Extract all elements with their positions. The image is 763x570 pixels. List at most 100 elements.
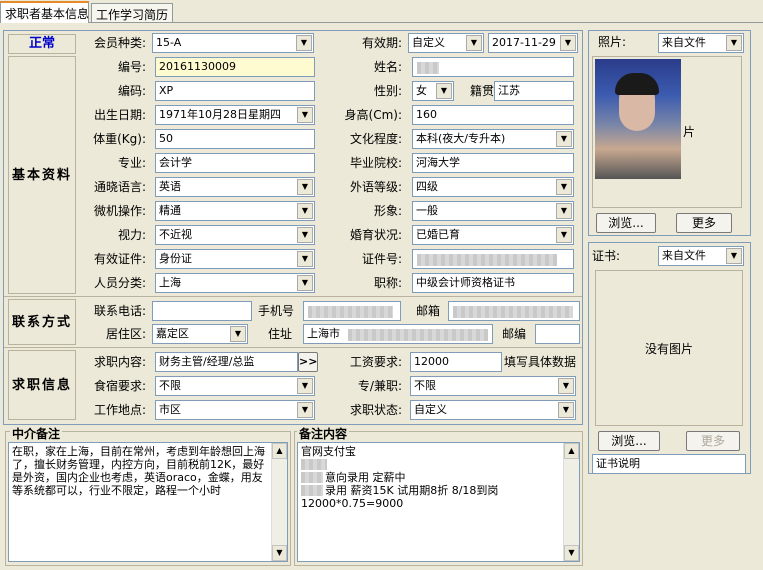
chevron-down-icon: ▼ xyxy=(726,248,742,264)
scroll-up-icon[interactable]: ▲ xyxy=(564,443,579,459)
height-field[interactable]: 160 xyxy=(412,105,574,125)
remark-notes-title: 备注内容 xyxy=(297,425,350,442)
cert-more-button: 更多 xyxy=(686,431,740,451)
id-no-field[interactable] xyxy=(412,249,574,269)
remark-notes-textarea[interactable]: 官网支付宝 意向录用 定薪中 录用 薪资15K 试用期8折 8/18到岗 120… xyxy=(297,442,580,562)
birthday-label: 出生日期: xyxy=(93,108,146,122)
postcode-label: 邮编 xyxy=(502,327,527,341)
district-label: 居住区: xyxy=(105,327,146,341)
school-field[interactable]: 河海大学 xyxy=(412,153,574,173)
remark-line: 录用 薪资15K 试用期8折 8/18到岗 xyxy=(301,484,576,497)
agency-notes-textarea[interactable]: 在职，家在上海，目前在常州，考虑到年龄想回上海了，擅长财务管理，内控方向，目前税… xyxy=(8,442,288,562)
chevron-down-icon: ▼ xyxy=(297,275,313,291)
scroll-down-icon[interactable]: ▼ xyxy=(564,545,579,561)
tab-work-history[interactable]: 工作学习简历 xyxy=(91,3,173,22)
chevron-down-icon: ▼ xyxy=(556,131,572,147)
divider xyxy=(4,296,582,297)
tab-basic-info[interactable]: 求职者基本信息 xyxy=(0,1,89,23)
email-label: 邮箱 xyxy=(416,304,441,318)
gender-select[interactable]: 女 ▼ xyxy=(412,81,454,101)
job-content-picker-button[interactable]: >> xyxy=(298,352,318,372)
id-type-select[interactable]: 身份证 ▼ xyxy=(155,249,315,269)
salary-hint: 填写具体数据 xyxy=(504,355,577,369)
section-contact-label: 联系方式 xyxy=(8,299,76,345)
agency-notes-title: 中介备注 xyxy=(10,425,63,442)
id-type-label: 有效证件: xyxy=(93,252,146,266)
chevron-down-icon: ▼ xyxy=(436,83,452,99)
photo-source-select[interactable]: 来自文件 ▼ xyxy=(658,33,744,53)
chevron-down-icon: ▼ xyxy=(558,402,574,418)
computer-select[interactable]: 精通 ▼ xyxy=(155,201,315,221)
chevron-down-icon: ▼ xyxy=(556,203,572,219)
divider xyxy=(4,347,582,348)
location-select[interactable]: 市区 ▼ xyxy=(155,400,315,420)
remark-line: 12000*0.75=9000 xyxy=(301,497,404,510)
chevron-down-icon: ▼ xyxy=(297,251,313,267)
location-label: 工作地点: xyxy=(93,403,146,417)
cert-image-area: 没有图片 xyxy=(595,270,743,426)
name-field[interactable] xyxy=(412,57,574,77)
chevron-down-icon: ▼ xyxy=(558,378,574,394)
appearance-select[interactable]: 一般 ▼ xyxy=(412,201,574,221)
salary-label: 工资要求: xyxy=(349,355,402,369)
category-select[interactable]: 上海 ▼ xyxy=(155,273,315,293)
lang-level-label: 外语等级: xyxy=(349,180,402,194)
cert-source-select[interactable]: 来自文件 ▼ xyxy=(658,246,744,266)
cert-description-field[interactable]: 证书说明 xyxy=(592,454,746,474)
vision-select[interactable]: 不近视 ▼ xyxy=(155,225,315,245)
address-field[interactable]: 上海市 xyxy=(303,324,493,344)
marital-select[interactable]: 已婚已育 ▼ xyxy=(412,225,574,245)
district-select[interactable]: 嘉定区 ▼ xyxy=(152,324,248,344)
member-type-label: 会员种类: xyxy=(93,36,146,50)
scroll-up-icon[interactable]: ▲ xyxy=(272,443,287,459)
remark-line-redacted xyxy=(301,458,576,471)
major-field[interactable]: 会计学 xyxy=(155,153,315,173)
phone-field[interactable] xyxy=(152,301,252,321)
cert-no-image-text: 没有图片 xyxy=(644,342,693,356)
number-field[interactable]: 20161130009 xyxy=(155,57,315,77)
language-select[interactable]: 英语 ▼ xyxy=(155,177,315,197)
chevron-down-icon: ▼ xyxy=(297,179,313,195)
category-label: 人员分类: xyxy=(93,276,146,290)
salary-field[interactable]: 12000 xyxy=(410,352,502,372)
birthday-picker[interactable]: 1971年10月28日星期四 ▼ xyxy=(155,105,315,125)
chevron-down-icon: ▼ xyxy=(466,35,482,51)
mobile-field[interactable] xyxy=(303,301,401,321)
scroll-down-icon[interactable]: ▼ xyxy=(272,545,287,561)
validity-select[interactable]: 自定义 ▼ xyxy=(408,33,484,53)
cert-browse-button[interactable]: 浏览... xyxy=(598,431,660,451)
chevron-down-icon: ▼ xyxy=(297,378,313,394)
agency-notes-scrollbar[interactable]: ▲ ▼ xyxy=(271,443,287,561)
vision-label: 视力: xyxy=(117,228,146,242)
job-content-label: 求职内容: xyxy=(93,355,146,369)
photo-more-button[interactable]: 更多 xyxy=(676,213,732,233)
title-field[interactable]: 中级会计师资格证书 xyxy=(412,273,574,293)
job-content-field[interactable]: 财务主管/经理/总监 xyxy=(155,352,298,372)
parttime-select[interactable]: 不限 ▼ xyxy=(410,376,576,396)
cert-label: 证书: xyxy=(592,249,621,263)
lang-level-select[interactable]: 四级 ▼ xyxy=(412,177,574,197)
native-field[interactable]: 江苏 xyxy=(494,81,574,101)
email-field[interactable] xyxy=(448,301,580,321)
number-label: 编号: xyxy=(117,60,146,74)
board-select[interactable]: 不限 ▼ xyxy=(155,376,315,396)
photo-overflow-text: 片 xyxy=(683,125,696,139)
validity-label: 有效期: xyxy=(361,36,402,50)
member-type-select[interactable]: 15-A ▼ xyxy=(152,33,314,53)
job-status-select[interactable]: 自定义 ▼ xyxy=(410,400,576,420)
remark-line: 意向录用 定薪中 xyxy=(301,471,576,484)
phone-label: 联系电话: xyxy=(93,304,146,318)
remark-notes-scrollbar[interactable]: ▲ ▼ xyxy=(563,443,579,561)
postcode-field[interactable] xyxy=(535,324,580,344)
photo-hair xyxy=(615,73,659,95)
agency-notes-text: 在职，家在上海，目前在常州，考虑到年龄想回上海了，擅长财务管理，内控方向，目前税… xyxy=(12,445,265,497)
education-select[interactable]: 本科(夜大/专升本) ▼ xyxy=(412,129,574,149)
code-field[interactable]: XP xyxy=(155,81,315,101)
validity-date-picker[interactable]: 2017-11-29 ▼ xyxy=(488,33,578,53)
chevron-down-icon: ▼ xyxy=(556,179,572,195)
weight-field[interactable]: 50 xyxy=(155,129,315,149)
photo-browse-button[interactable]: 浏览... xyxy=(596,213,656,233)
photo-label: 照片: xyxy=(598,35,627,49)
chevron-down-icon: ▼ xyxy=(296,35,312,51)
photo-frame: 片 xyxy=(592,56,742,208)
